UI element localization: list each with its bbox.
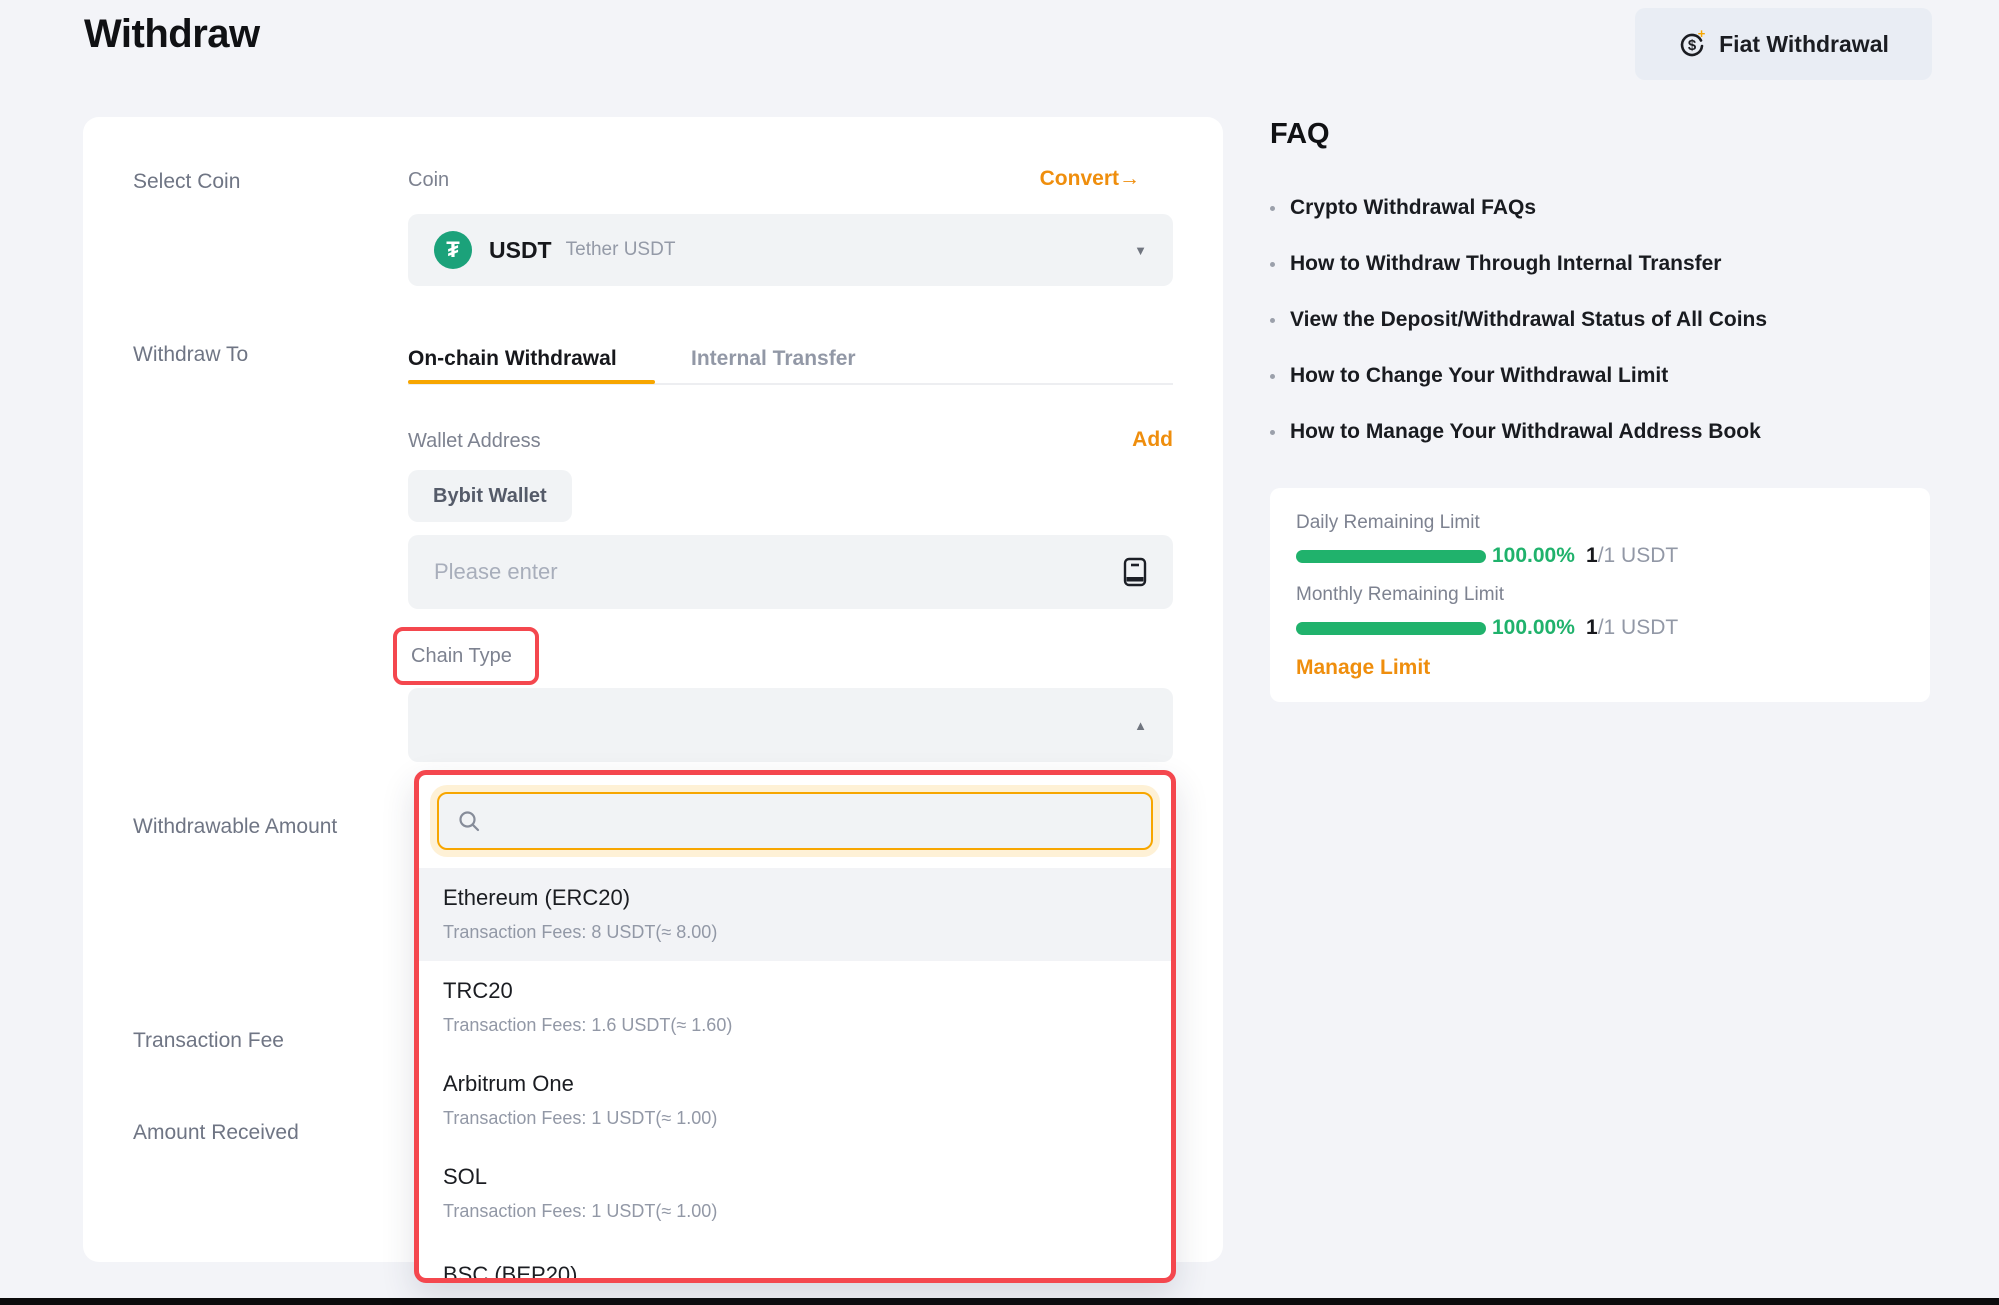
withdraw-to-label: Withdraw To [133, 343, 248, 367]
daily-limit-value: 1/1 USDT [1586, 544, 1678, 568]
daily-limit-label: Daily Remaining Limit [1296, 512, 1480, 534]
chain-type-select[interactable]: ▲ [408, 688, 1173, 762]
faq-link-deposit-withdrawal-status[interactable]: View the Deposit/Withdrawal Status of Al… [1270, 308, 1767, 332]
arrow-right-icon: → [1119, 167, 1140, 190]
convert-link[interactable]: Convert→ [1000, 167, 1140, 191]
fiat-withdrawal-button[interactable]: $ + Fiat Withdrawal [1635, 8, 1932, 80]
chain-option-sol[interactable]: SOL Transaction Fees: 1 USDT(≈ 1.00) [419, 1147, 1171, 1240]
tab-internal-transfer[interactable]: Internal Transfer [691, 347, 856, 371]
svg-text:$: $ [1688, 37, 1697, 54]
usdt-coin-icon: ₮ [434, 231, 472, 269]
add-address-link[interactable]: Add [1100, 428, 1173, 452]
chain-option-bsc-bep20[interactable]: BSC (BEP20) [419, 1240, 1171, 1283]
faq-link-change-withdrawal-limit[interactable]: How to Change Your Withdrawal Limit [1270, 364, 1767, 388]
transaction-fee-label: Transaction Fee [133, 1029, 284, 1053]
amount-received-label: Amount Received [133, 1121, 299, 1145]
daily-limit-progress-bar [1296, 550, 1486, 563]
bybit-wallet-chip[interactable]: Bybit Wallet [408, 470, 572, 522]
faq-link-internal-transfer[interactable]: How to Withdraw Through Internal Transfe… [1270, 252, 1767, 276]
wallet-address-field [408, 535, 1173, 609]
window-bottom-edge [0, 1298, 1999, 1305]
fiat-withdrawal-label: Fiat Withdrawal [1719, 31, 1889, 58]
select-coin-label: Select Coin [133, 170, 240, 194]
wallet-address-input[interactable] [434, 559, 1123, 585]
chain-option-trc20[interactable]: TRC20 Transaction Fees: 1.6 USDT(≈ 1.60) [419, 961, 1171, 1054]
coin-select[interactable]: ₮ USDT Tether USDT ▼ [408, 214, 1173, 286]
faq-title: FAQ [1270, 118, 1330, 151]
bullet-icon [1270, 374, 1275, 379]
chain-dropdown-panel: Ethereum (ERC20) Transaction Fees: 8 USD… [414, 770, 1176, 1283]
bullet-icon [1270, 206, 1275, 211]
chevron-up-icon: ▲ [1134, 718, 1147, 733]
chain-options-list: Ethereum (ERC20) Transaction Fees: 8 USD… [419, 868, 1171, 1283]
monthly-limit-percent: 100.00% [1492, 616, 1575, 640]
wallet-address-label: Wallet Address [408, 430, 541, 453]
chain-search-input[interactable] [495, 809, 1133, 833]
address-book-icon[interactable] [1123, 557, 1147, 587]
search-icon [457, 809, 481, 833]
faq-list: Crypto Withdrawal FAQs How to Withdraw T… [1270, 196, 1767, 476]
monthly-limit-progress-bar [1296, 622, 1486, 635]
active-tab-underline [408, 380, 655, 384]
bullet-icon [1270, 430, 1275, 435]
withdraw-page: Withdraw $ + Fiat Withdrawal Select Coin… [0, 0, 1999, 1305]
coin-full-name: Tether USDT [566, 239, 676, 261]
tab-onchain-withdrawal[interactable]: On-chain Withdrawal [408, 347, 617, 371]
faq-link-manage-address-book[interactable]: How to Manage Your Withdrawal Address Bo… [1270, 420, 1767, 444]
bullet-icon [1270, 262, 1275, 267]
chain-type-highlight-box: Chain Type [393, 627, 539, 685]
svg-text:+: + [1698, 30, 1706, 41]
manage-limit-link[interactable]: Manage Limit [1296, 656, 1430, 680]
withdrawable-amount-label: Withdrawable Amount [133, 815, 337, 839]
monthly-limit-value: 1/1 USDT [1586, 616, 1678, 640]
withdrawal-limits-card: Daily Remaining Limit 100.00% 1/1 USDT M… [1270, 488, 1930, 702]
fiat-coin-icon: $ + [1678, 30, 1706, 58]
chain-option-ethereum-erc20[interactable]: Ethereum (ERC20) Transaction Fees: 8 USD… [419, 868, 1171, 961]
coin-symbol: USDT [489, 237, 552, 264]
chain-option-arbitrum-one[interactable]: Arbitrum One Transaction Fees: 1 USDT(≈ … [419, 1054, 1171, 1147]
chain-search-field [437, 792, 1153, 850]
daily-limit-percent: 100.00% [1492, 544, 1575, 568]
coin-label: Coin [408, 169, 449, 192]
faq-link-crypto-withdrawal-faqs[interactable]: Crypto Withdrawal FAQs [1270, 196, 1767, 220]
monthly-limit-label: Monthly Remaining Limit [1296, 584, 1504, 606]
chevron-down-icon: ▼ [1134, 243, 1147, 258]
chain-type-label: Chain Type [411, 645, 512, 668]
page-title: Withdraw [84, 12, 260, 57]
bullet-icon [1270, 318, 1275, 323]
